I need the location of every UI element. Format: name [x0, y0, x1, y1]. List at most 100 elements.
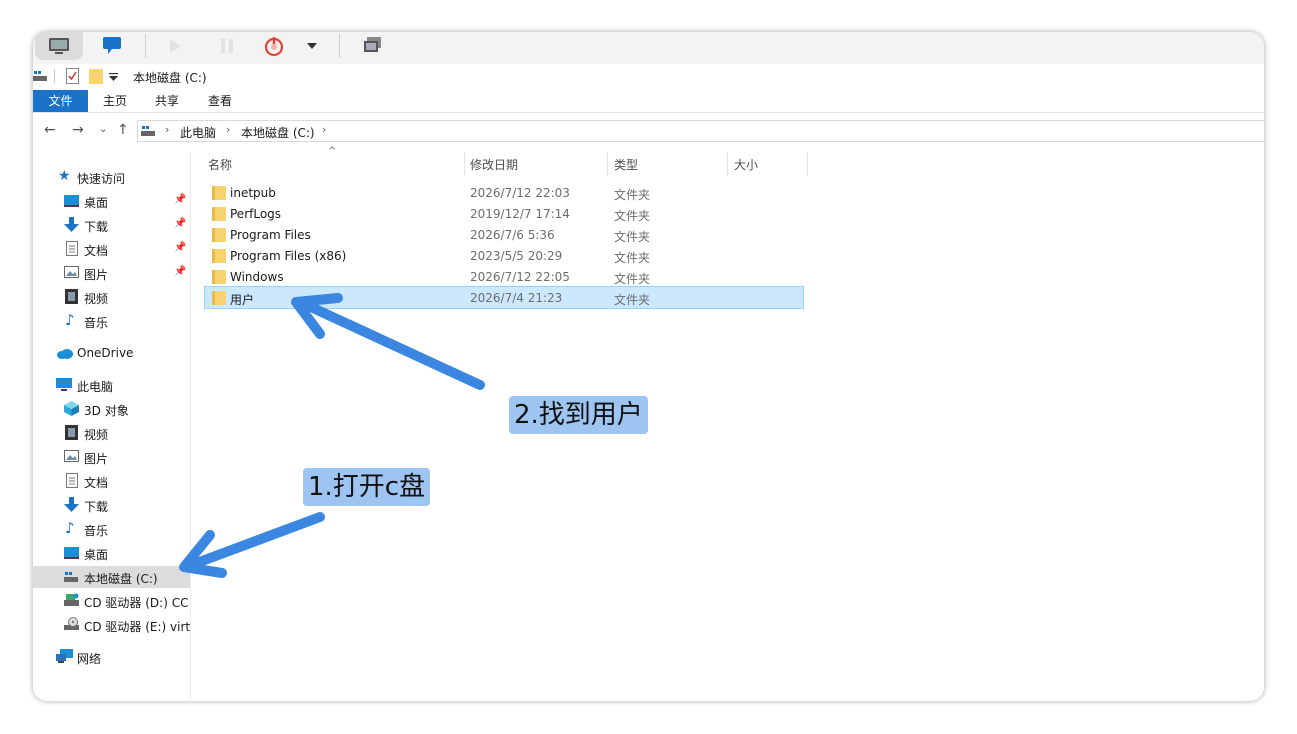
sidebar-item-label: 图片: [84, 452, 109, 466]
column-header-label: 大小: [734, 158, 759, 172]
chevron-right-icon[interactable]: ›: [165, 123, 169, 136]
sidebar-item-desktop[interactable]: 桌面: [33, 542, 190, 564]
sidebar-item-label: 文档: [84, 476, 109, 490]
drive-icon: [64, 572, 78, 582]
pin-icon[interactable]: 📌: [174, 242, 186, 253]
breadcrumb-this-pc[interactable]: 此电脑: [180, 124, 216, 141]
power-icon: [264, 37, 284, 57]
file-date: 2026/7/12 22:03: [470, 186, 570, 200]
sidebar-item-label: 3D 对象: [84, 404, 129, 418]
sidebar-item-quick-access[interactable]: ★ 快速访问: [33, 166, 190, 188]
play-button[interactable]: [161, 32, 189, 60]
table-row[interactable]: PerfLogs 2019/12/7 17:14 文件夹: [205, 203, 803, 224]
sidebar-item-desktop[interactable]: 桌面 📌: [33, 190, 190, 212]
video-icon: [65, 289, 78, 304]
file-date: 2026/7/12 22:05: [470, 270, 570, 284]
file-type: 文件夹: [614, 251, 651, 265]
forward-arrow-icon[interactable]: →: [72, 122, 84, 138]
file-name: inetpub: [230, 186, 276, 200]
sidebar-item-3d-objects[interactable]: 3D 对象: [33, 398, 190, 420]
file-name: PerfLogs: [230, 207, 282, 221]
sidebar-item-videos[interactable]: 视频: [33, 286, 190, 308]
qbar-divider: [54, 69, 55, 83]
pin-icon[interactable]: 📌: [174, 218, 186, 229]
document-icon: [66, 473, 78, 488]
sidebar-item-label: OneDrive: [77, 346, 134, 360]
table-row[interactable]: Program Files 2026/7/6 5:36 文件夹: [205, 224, 803, 245]
desktop-icon: [64, 547, 79, 559]
sidebar-item-pictures[interactable]: 图片: [33, 446, 190, 468]
sidebar-item-label: 桌面: [84, 196, 109, 210]
navigation-pane: ★ 快速访问 桌面 📌 下载 📌 文档 📌 图片 📌 视频 ♪ 音乐 OneDr…: [33, 152, 191, 701]
sidebar-item-label: CD 驱动器 (D:) CC: [84, 596, 189, 610]
table-row[interactable]: Program Files (x86) 2023/5/5 20:29 文件夹: [205, 245, 803, 266]
picture-icon: [64, 266, 79, 278]
sidebar-item-downloads[interactable]: 下载: [33, 494, 190, 516]
sidebar-item-onedrive[interactable]: OneDrive: [33, 342, 190, 364]
sidebar-item-music[interactable]: ♪ 音乐: [33, 518, 190, 540]
power-dropdown[interactable]: [303, 32, 321, 60]
back-arrow-icon[interactable]: ←: [44, 122, 56, 138]
tab-share[interactable]: 共享: [147, 90, 187, 112]
pin-icon[interactable]: 📌: [174, 194, 186, 205]
sidebar-item-this-pc[interactable]: 此电脑: [33, 374, 190, 396]
navigation-bar: ← → ⌄ ↑ › 此电脑 › 本地磁盘 (C:) ›: [33, 120, 1264, 142]
sidebar-item-documents[interactable]: 文档: [33, 470, 190, 492]
recent-dropdown-icon[interactable]: ⌄: [99, 124, 107, 135]
column-header-date[interactable]: 修改日期: [465, 152, 605, 176]
sidebar-item-label: 下载: [84, 500, 109, 514]
chevron-right-icon[interactable]: ›: [322, 123, 326, 136]
sidebar-item-label: 音乐: [84, 524, 109, 538]
customize-dropdown-icon[interactable]: [109, 73, 118, 81]
file-name: Program Files (x86): [230, 249, 347, 263]
sidebar-item-videos[interactable]: 视频: [33, 422, 190, 444]
column-header-size[interactable]: 大小: [728, 152, 806, 176]
sidebar-item-cd-drive-e[interactable]: CD 驱动器 (E:) virti: [33, 614, 190, 636]
file-name: Windows: [230, 270, 284, 284]
tab-view[interactable]: 查看: [200, 90, 240, 112]
picture-icon: [64, 450, 79, 462]
vm-toolbar: [33, 32, 1264, 64]
sidebar-item-network[interactable]: 网络: [33, 646, 190, 668]
chat-button[interactable]: [97, 32, 127, 60]
file-type: 文件夹: [614, 230, 651, 244]
tab-home[interactable]: 主页: [95, 90, 135, 112]
sidebar-item-cd-drive-d[interactable]: CD 驱动器 (D:) CC: [33, 590, 190, 612]
monitor-button[interactable]: [35, 32, 83, 60]
sidebar-item-pictures[interactable]: 图片 📌: [33, 262, 190, 284]
pause-button[interactable]: [213, 32, 241, 60]
cd-drive-icon: [64, 617, 79, 630]
computer-icon: [56, 378, 72, 391]
snapshot-button[interactable]: [359, 32, 387, 60]
file-type: 文件夹: [614, 293, 651, 307]
column-divider[interactable]: [807, 152, 808, 176]
breadcrumb-local-disk[interactable]: 本地磁盘 (C:): [241, 124, 315, 141]
pause-icon: [221, 39, 233, 53]
caret-down-icon: [307, 43, 317, 49]
cloud-icon: [57, 349, 73, 359]
snapshot-icon: [364, 37, 381, 52]
folder-icon: [212, 207, 226, 221]
address-bar[interactable]: › 此电脑 › 本地磁盘 (C:) ›: [137, 120, 1264, 142]
play-icon: [170, 39, 181, 53]
sidebar-item-local-disk-c[interactable]: 本地磁盘 (C:): [33, 566, 190, 588]
table-row[interactable]: inetpub 2026/7/12 22:03 文件夹: [205, 182, 803, 203]
chevron-right-icon[interactable]: ›: [226, 123, 230, 136]
column-header-type[interactable]: 类型: [608, 152, 726, 176]
sidebar-item-documents[interactable]: 文档 📌: [33, 238, 190, 260]
properties-icon[interactable]: [66, 68, 79, 84]
power-button[interactable]: [259, 32, 289, 60]
file-type: 文件夹: [614, 272, 651, 286]
annotation-step-1: 1.打开c盘: [303, 468, 431, 506]
tab-file[interactable]: 文件: [33, 90, 88, 112]
table-row[interactable]: 用户 2026/7/4 21:23 文件夹: [204, 286, 804, 309]
pin-icon[interactable]: 📌: [174, 266, 186, 277]
sidebar-item-downloads[interactable]: 下载 📌: [33, 214, 190, 236]
table-row[interactable]: Windows 2026/7/12 22:05 文件夹: [205, 266, 803, 287]
column-header-name[interactable]: 名称: [205, 152, 460, 176]
up-arrow-icon[interactable]: ↑: [117, 122, 129, 138]
music-icon: ♪: [65, 519, 75, 537]
new-folder-icon[interactable]: [89, 68, 103, 84]
sidebar-item-music[interactable]: ♪ 音乐: [33, 310, 190, 332]
file-date: 2026/7/6 5:36: [470, 228, 555, 242]
